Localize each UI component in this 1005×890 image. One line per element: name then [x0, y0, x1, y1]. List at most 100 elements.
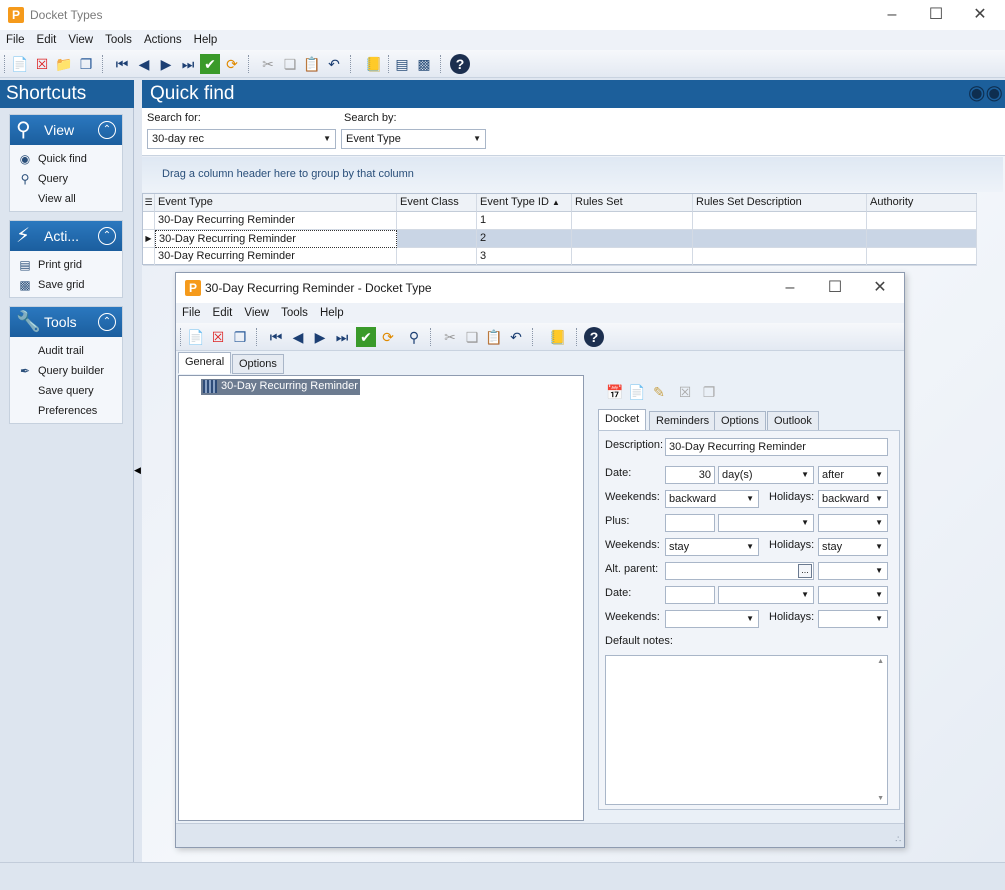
cell-authority[interactable]	[867, 248, 977, 266]
cell-event-type-id[interactable]: 3	[477, 248, 572, 266]
cell-rules-set-description[interactable]	[693, 230, 867, 248]
paste-icon[interactable]: 📋	[302, 54, 322, 74]
menu-help[interactable]: Help	[188, 30, 224, 50]
shortcut-query-builder[interactable]: ✒ Query builder	[10, 361, 122, 381]
plus-offset-input[interactable]	[665, 514, 715, 532]
date-offset-input[interactable]: 30	[665, 466, 715, 484]
cell-rules-set-description[interactable]	[693, 248, 867, 266]
search-by-combo[interactable]: Event Type ▼	[341, 129, 486, 149]
maximize-button[interactable]: ☐	[914, 0, 958, 30]
dialog-close-button[interactable]: ✕	[858, 273, 902, 303]
col-header-rules-set[interactable]: Rules Set	[572, 194, 693, 212]
menu-file[interactable]: File	[0, 30, 31, 50]
weekends-select-2[interactable]: stay ▼	[665, 538, 759, 556]
notebook-icon[interactable]: 📒	[548, 327, 568, 347]
chevron-down-icon[interactable]: ▼	[746, 611, 754, 627]
view-panel-header[interactable]: ⚲ View ⌃	[10, 115, 122, 145]
window-icon[interactable]: ▩	[414, 54, 434, 74]
scroll-down-icon[interactable]: ▼	[877, 795, 884, 802]
cell-event-type[interactable]: 30-Day Recurring Reminder	[155, 230, 397, 248]
holidays-select[interactable]: backward ▼	[818, 490, 888, 508]
weekends-select-3[interactable]: ▼	[665, 610, 759, 628]
subtab-reminders[interactable]: Reminders	[649, 411, 717, 431]
shortcut-preferences[interactable]: Preferences	[10, 401, 122, 421]
shortcut-view-all[interactable]: View all	[10, 189, 122, 209]
search-icon[interactable]: ⚲	[404, 327, 424, 347]
undo-icon[interactable]: ↶	[324, 54, 344, 74]
tree-item-docket-type[interactable]: 30-Day Recurring Reminder	[201, 379, 360, 395]
date-direction-select-2[interactable]: ▼	[818, 586, 888, 604]
paste-icon[interactable]: 📋	[484, 327, 504, 347]
copy-disabled-icon[interactable]: ❐	[700, 383, 718, 401]
dialog-menu-edit[interactable]: Edit	[207, 303, 239, 323]
shortcut-audit-trail[interactable]: Audit trail	[10, 341, 122, 361]
save-check-icon[interactable]: ✔	[356, 327, 376, 347]
collapse-icon[interactable]: ⌃	[98, 121, 116, 139]
date-unit-select-2[interactable]: ▼	[718, 586, 814, 604]
shortcut-save-query[interactable]: Save query	[10, 381, 122, 401]
copy-icon[interactable]: ❏	[462, 327, 482, 347]
subtab-outlook[interactable]: Outlook	[767, 411, 819, 431]
col-header-event-class[interactable]: Event Class	[397, 194, 477, 212]
cell-rules-set-description[interactable]	[693, 212, 867, 230]
tab-general[interactable]: General	[178, 352, 232, 374]
first-record-icon[interactable]: ⏮	[266, 327, 286, 347]
last-record-icon[interactable]: ⏭	[332, 327, 352, 347]
plus-direction-select[interactable]: ▼	[818, 514, 888, 532]
holidays-select-3[interactable]: ▼	[818, 610, 888, 628]
first-record-icon[interactable]: ⏮	[112, 54, 132, 74]
undo-refresh-icon[interactable]: ⟳	[222, 54, 242, 74]
undo-icon[interactable]: ↶	[506, 327, 526, 347]
last-record-icon[interactable]: ⏭	[178, 54, 198, 74]
grid-options-icon[interactable]: ☰	[143, 194, 155, 212]
delete-icon[interactable]: ☒	[208, 327, 228, 347]
chevron-down-icon[interactable]: ▼	[746, 491, 754, 507]
scroll-up-icon[interactable]: ▲	[877, 658, 884, 665]
plus-unit-select[interactable]: ▼	[718, 514, 814, 532]
chevron-down-icon[interactable]: ▼	[801, 515, 809, 531]
alt-parent-input[interactable]	[665, 562, 814, 580]
previous-record-icon[interactable]: ◀	[134, 54, 154, 74]
resize-grip-icon[interactable]: ∴	[895, 834, 901, 845]
dialog-menu-help[interactable]: Help	[314, 303, 350, 323]
shortcut-print-grid[interactable]: ▤ Print grid	[10, 255, 122, 275]
new-icon[interactable]: 📄	[186, 327, 206, 347]
cell-authority[interactable]	[867, 230, 977, 248]
delete-disabled-icon[interactable]: ☒	[676, 383, 694, 401]
menu-edit[interactable]: Edit	[31, 30, 63, 50]
cell-event-type[interactable]: 30-Day Recurring Reminder	[155, 212, 397, 230]
chevron-down-icon[interactable]: ▼	[746, 539, 754, 555]
col-header-event-type-id[interactable]: Event Type ID ▲	[477, 194, 572, 212]
col-header-rules-set-description[interactable]: Rules Set Description	[693, 194, 867, 212]
tab-options[interactable]: Options	[232, 354, 284, 374]
search-for-combo[interactable]: 30-day rec ▼	[147, 129, 336, 149]
help-icon[interactable]: ?	[450, 54, 470, 74]
dialog-menu-view[interactable]: View	[238, 303, 275, 323]
shortcut-query[interactable]: ⚲ Query	[10, 169, 122, 189]
cut-icon[interactable]: ✂	[440, 327, 460, 347]
chevron-down-icon[interactable]: ▼	[323, 130, 331, 148]
notebook-icon[interactable]: 📒	[364, 54, 384, 74]
chevron-down-icon[interactable]: ▼	[801, 587, 809, 603]
tools-panel-header[interactable]: 🔧 Tools ⌃	[10, 307, 122, 337]
cell-rules-set[interactable]	[572, 230, 693, 248]
weekends-select[interactable]: backward ▼	[665, 490, 759, 508]
collapse-icon[interactable]: ⌃	[98, 313, 116, 331]
cell-event-class[interactable]	[397, 248, 477, 266]
cell-rules-set[interactable]	[572, 248, 693, 266]
chevron-down-icon[interactable]: ▼	[875, 491, 883, 507]
chevron-down-icon[interactable]: ▼	[875, 611, 883, 627]
menu-tools[interactable]: Tools	[99, 30, 138, 50]
copy-icon[interactable]: ❏	[280, 54, 300, 74]
dialog-menu-file[interactable]: File	[176, 303, 207, 323]
chevron-down-icon[interactable]: ▼	[875, 515, 883, 531]
new-icon[interactable]: 📄	[10, 54, 30, 74]
cell-event-class[interactable]	[397, 212, 477, 230]
edit-note-icon[interactable]: ✎	[650, 383, 668, 401]
cell-event-class[interactable]	[397, 230, 477, 248]
delete-icon[interactable]: ☒	[32, 54, 52, 74]
actions-panel-header[interactable]: ⚡ Acti... ⌃	[10, 221, 122, 251]
help-icon[interactable]: ?	[584, 327, 604, 347]
chevron-down-icon[interactable]: ▼	[875, 539, 883, 555]
open-folder-icon[interactable]: 📁	[54, 54, 74, 74]
